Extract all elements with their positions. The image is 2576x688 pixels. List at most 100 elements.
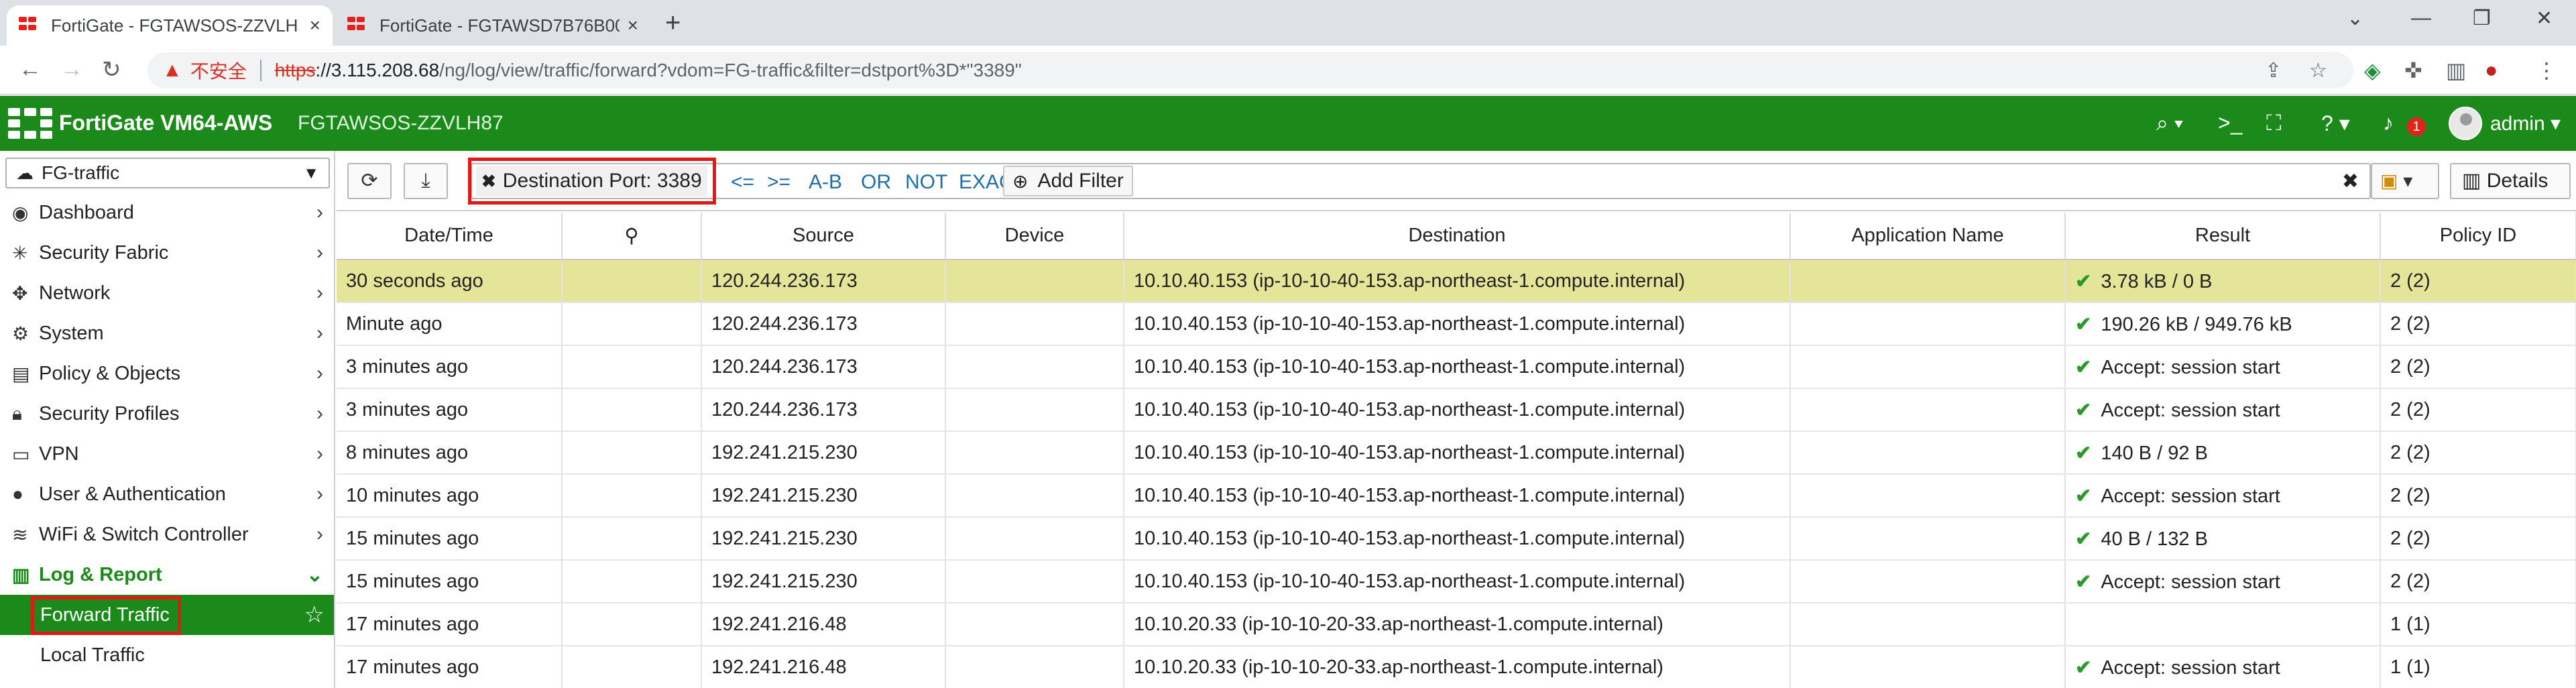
minimize-button[interactable]: — (2411, 7, 2431, 30)
column-header-application[interactable]: Application Name (1790, 213, 2066, 260)
search-icon[interactable]: ⌕ ▾ (2156, 111, 2183, 136)
chevron-right-icon: › (316, 483, 323, 505)
cell-source: 120.244.236.173 (701, 302, 946, 346)
cell-result: ✔ 140 B / 92 B (2065, 431, 2381, 475)
security-label[interactable]: 不安全 (190, 57, 247, 84)
user-menu[interactable]: admin ▾ (2490, 112, 2561, 135)
tab-search-icon[interactable]: ⌄ (2347, 7, 2363, 30)
download-button[interactable]: ⤓ (404, 163, 448, 199)
tab-close-icon[interactable]: × (628, 15, 638, 36)
cell-policy-id: 2 (2) (2380, 431, 2576, 475)
sidebar-item-security-fabric[interactable]: ✳ Security Fabric › (0, 233, 334, 273)
sidebar-item-user-authentication[interactable]: ● User & Authentication › (0, 474, 334, 514)
address-bar: ← → ↻ ▲ 不安全 https ://3.115.208.68 /ng/lo… (0, 46, 2576, 95)
cell-policy-id: 2 (2) (2380, 560, 2576, 604)
new-tab-button[interactable]: + (665, 9, 681, 36)
refresh-button[interactable]: ⟳ (347, 163, 392, 199)
cell-policy-id: 1 (1) (2380, 603, 2576, 646)
log-source-dropdown[interactable]: ▣ ▾ (2371, 163, 2439, 199)
table-row[interactable]: 3 minutes ago 120.244.236.173 10.10.40.153… (337, 388, 2576, 432)
cell-application (1790, 431, 2066, 475)
operator-not[interactable]: NOT (905, 171, 947, 194)
add-filter-button[interactable]: ⊕ Add Filter (1003, 166, 1133, 196)
puzzle-icon[interactable]: ✜ (2404, 58, 2422, 83)
cell-destination: 10.10.40.153 (ip-10-10-40-153.ap-northea… (1124, 517, 1791, 561)
table-row[interactable]: 15 minutes ago 192.241.215.230 10.10.40.15… (337, 560, 2576, 604)
details-button[interactable]: ▥ Details (2450, 163, 2571, 199)
browser-tab[interactable]: FortiGate - FGTAWSD7B76B00 × (335, 5, 650, 46)
restore-button[interactable]: ❐ (2473, 7, 2491, 30)
annotation-highlight-box (31, 596, 181, 635)
column-header-attachment[interactable]: ⚲ (562, 213, 702, 260)
filter-bar[interactable]: ✖ Destination Port: 3389 <= >= A-B OR NO… (468, 158, 2371, 205)
url-host: ://3.115.208.68 (315, 60, 440, 80)
column-header-datetime[interactable]: Date/Time (337, 213, 563, 260)
forward-arrow-icon[interactable]: → (60, 56, 83, 82)
url-input[interactable]: ▲ 不安全 https ://3.115.208.68 /ng/log/view… (148, 52, 2353, 89)
tab-close-icon[interactable]: × (310, 15, 320, 36)
wifi-icon: ≋ (12, 524, 28, 545)
star-icon[interactable]: ☆ (304, 601, 325, 628)
sidebar-item-security-profiles[interactable]: 🔒︎ Security Profiles › (0, 394, 334, 434)
table-row[interactable]: Minute ago 120.244.236.173 10.10.40.153 (i… (337, 302, 2576, 346)
sidebar-item-wifi-switch[interactable]: ≋ WiFi & Switch Controller › (0, 514, 334, 555)
fortigate-header: FortiGate VM64-AWS FGTAWSOS-ZZVLH87 ⌕ ▾ … (0, 96, 2576, 151)
table-row[interactable]: 17 minutes ago 192.241.216.48 10.10.20.33 … (337, 646, 2576, 688)
side-panel-icon[interactable]: ▥ (2446, 58, 2466, 83)
sidebar-item-dashboard[interactable]: ◉ Dashboard › (0, 192, 334, 233)
cell-datetime: 15 minutes ago (337, 560, 563, 604)
cell-destination: 10.10.20.33 (ip-10-10-20-33.ap-northeast… (1124, 646, 1791, 688)
sidebar-item-vpn[interactable]: ▭ VPN › (0, 434, 334, 474)
operator-lte[interactable]: <= (731, 171, 754, 194)
sidebar-item-policy-objects[interactable]: ▤ Policy & Objects › (0, 353, 334, 394)
clear-filter-icon[interactable]: ✖ (2342, 170, 2359, 193)
check-icon: ✔ (2075, 442, 2092, 464)
bell-icon[interactable]: ♪ (2383, 111, 2394, 135)
sidebar-item-label: VPN (39, 443, 79, 465)
result-text: 190.26 kB / 949.76 kB (2101, 313, 2292, 335)
sidebar-item-label: User & Authentication (39, 483, 226, 505)
cell-policy-id: 2 (2) (2380, 474, 2576, 518)
menu-icon[interactable]: ⋮ (2536, 58, 2557, 83)
column-header-device[interactable]: Device (945, 213, 1124, 260)
operator-gte[interactable]: >= (767, 171, 791, 194)
profile-icon[interactable]: ● (2485, 58, 2498, 82)
cell-datetime: Minute ago (337, 302, 563, 346)
table-row[interactable]: 15 minutes ago 192.241.215.230 10.10.40.15… (337, 517, 2576, 561)
reload-icon[interactable]: ↻ (102, 56, 121, 83)
sidebar-item-network[interactable]: ✥ Network › (0, 273, 334, 313)
notification-badge: 1 (2407, 117, 2426, 136)
sidebar-item-log-report[interactable]: ▥ Log & Report ⌄ (0, 555, 334, 595)
fullscreen-icon[interactable]: ⛶ (2266, 111, 2281, 136)
cell-device (945, 302, 1124, 346)
check-icon: ✔ (2075, 270, 2092, 292)
bookmark-star-icon[interactable]: ☆ (2309, 59, 2327, 82)
cli-console-icon[interactable]: >_ (2218, 111, 2242, 135)
fortinet-logo[interactable] (8, 108, 52, 139)
cell-application (1790, 260, 2066, 303)
vdom-select[interactable]: ☁ FG-traffic ▼ (5, 158, 330, 188)
extension-icon[interactable]: ◈ (2364, 58, 2381, 83)
share-icon[interactable]: ⇪ (2265, 59, 2282, 82)
column-header-policy-id[interactable]: Policy ID (2380, 213, 2576, 260)
operator-range[interactable]: A-B (809, 171, 842, 194)
table-row[interactable]: 30 seconds ago 120.244.236.173 10.10.40.15… (337, 260, 2576, 303)
table-row[interactable]: 8 minutes ago 192.241.215.230 10.10.40.153… (337, 431, 2576, 475)
sidebar-item-system[interactable]: ⚙ System › (0, 313, 334, 353)
column-header-result[interactable]: Result (2065, 213, 2381, 260)
table-row[interactable]: 3 minutes ago 120.244.236.173 10.10.40.153… (337, 345, 2576, 389)
close-window-button[interactable]: ✕ (2536, 7, 2553, 30)
sidebar-item-label: Local Traffic (40, 644, 145, 666)
operator-or[interactable]: OR (861, 171, 891, 194)
table-row[interactable]: 17 minutes ago 192.241.216.48 10.10.20.33 … (337, 603, 2576, 646)
cell-result: ✔ Accept: session start (2065, 560, 2381, 604)
help-icon[interactable]: ? ▾ (2321, 111, 2350, 136)
add-filter-label: Add Filter (1037, 170, 1124, 192)
avatar[interactable] (2449, 107, 2482, 140)
back-arrow-icon[interactable]: ← (19, 56, 42, 82)
sidebar-item-local-traffic[interactable]: Local Traffic (0, 635, 334, 675)
column-header-source[interactable]: Source (701, 213, 946, 260)
column-header-destination[interactable]: Destination (1124, 213, 1791, 260)
table-row[interactable]: 10 minutes ago 192.241.215.230 10.10.40.15… (337, 474, 2576, 518)
browser-tab-active[interactable]: FortiGate - FGTAWSOS-ZZVLH × (7, 5, 333, 46)
